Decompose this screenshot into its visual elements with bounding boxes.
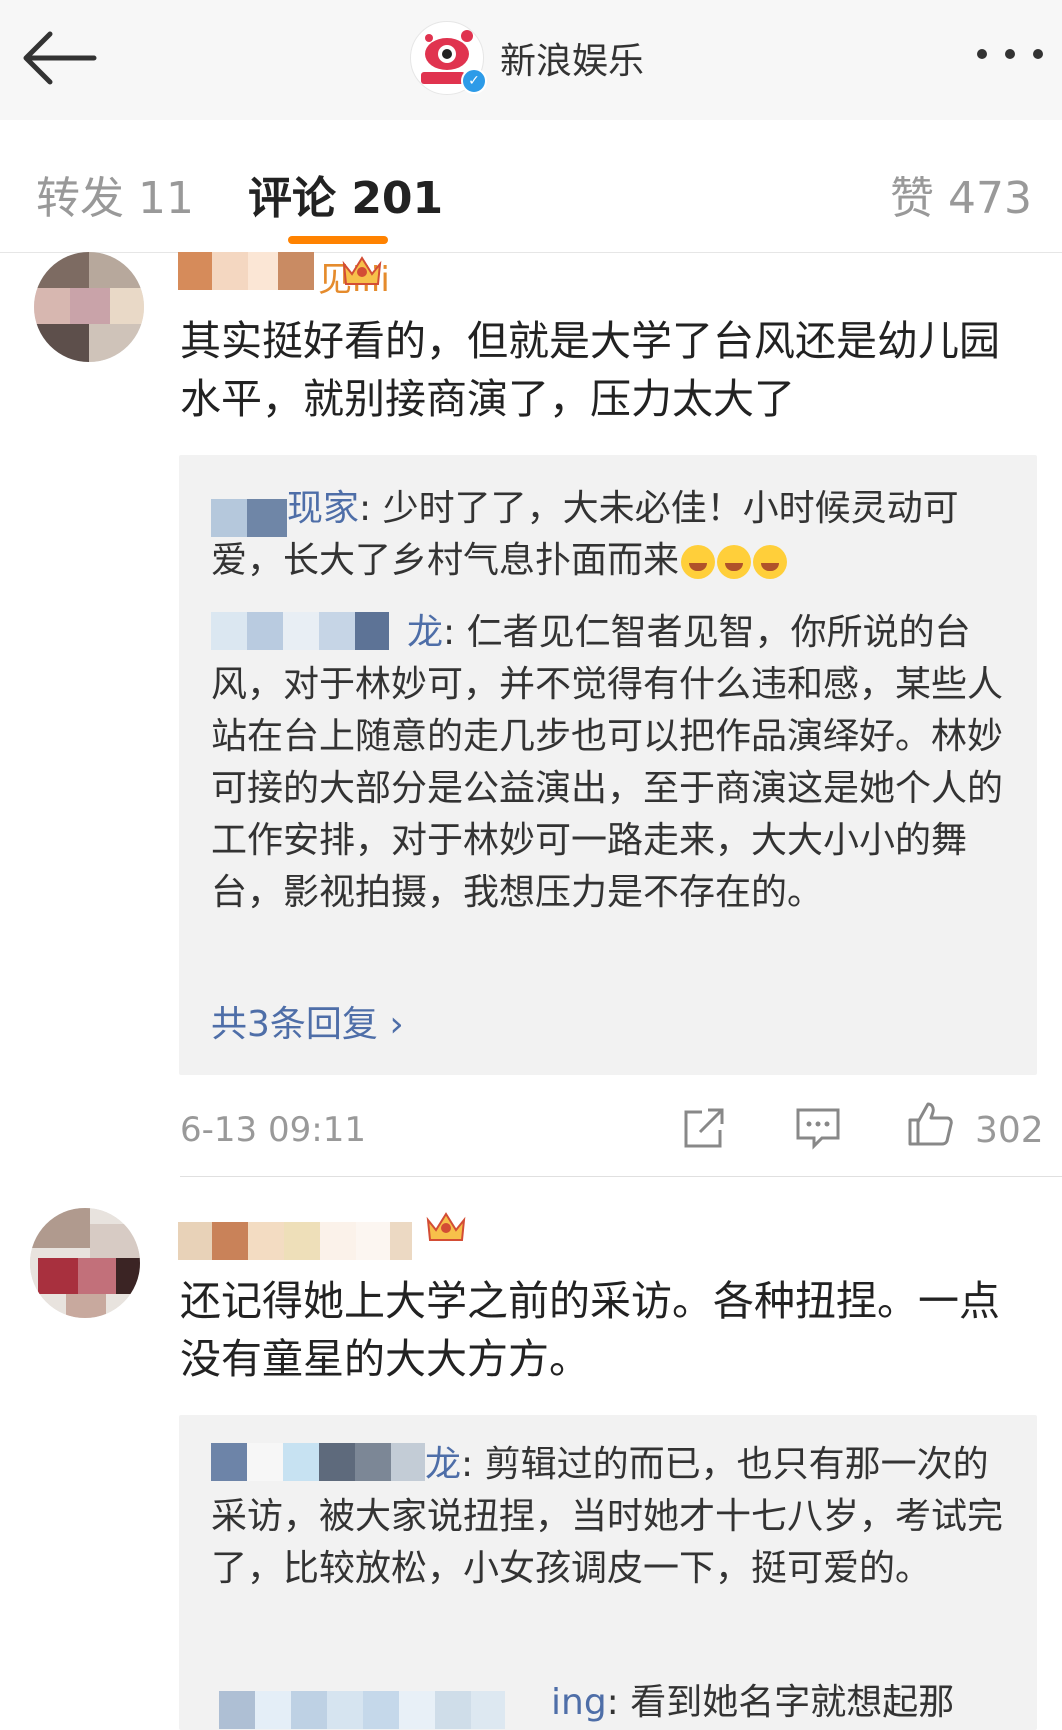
comment-divider: [180, 1176, 1062, 1177]
share-icon[interactable]: [680, 1104, 728, 1152]
tab-repost[interactable]: 转发 11: [36, 162, 194, 226]
reply-box[interactable]: 现家: 少时了了，大未必佳！小时候灵动可爱，长大了乡村气息扑面而来 龙: 仁者见…: [179, 455, 1037, 1075]
verified-badge-icon: ✓: [461, 68, 487, 94]
reply-item[interactable]: 现家: 少时了了，大未必佳！小时候灵动可爱，长大了乡村气息扑面而来: [211, 483, 1011, 587]
comment-text: 还记得她上大学之前的采访。各种扭捏。一点没有童星的大大方方。: [180, 1277, 1000, 1383]
tab-bar: 转发 11 评论 201 赞 473: [0, 120, 1062, 253]
tab-comments[interactable]: 评论 201: [248, 162, 443, 226]
reply-item[interactable]: ing: 看到她名字就想起那: [211, 1677, 1011, 1729]
commenter-avatar[interactable]: [30, 1208, 140, 1318]
reply-item[interactable]: 龙: 仁者见仁智者见智，你所说的台风，对于林妙可，并不觉得有什么违和感，某些人站…: [211, 607, 1011, 919]
commenter-avatar[interactable]: [34, 252, 144, 362]
commenter-name-blurred[interactable]: [178, 1222, 412, 1260]
comment-timestamp: 6-13 09:11: [180, 1110, 366, 1150]
comment-text: 其实挺好看的，但就是大学了台风还是幼儿园水平，就别接商演了，压力太大了: [180, 317, 1000, 423]
back-arrow-icon[interactable]: [20, 26, 100, 90]
active-tab-indicator: [288, 236, 388, 244]
laugh-cry-emoji-icon: [753, 545, 788, 579]
top-bar: ✓ 新浪娱乐: [0, 0, 1062, 121]
laugh-cry-emoji-icon: [681, 545, 716, 579]
like-thumb-icon[interactable]: [906, 1100, 954, 1148]
reply-item[interactable]: 龙: 剪辑过的而已，也只有那一次的采访，被大家说扭捏，当时她才十七八岁，考试完了…: [211, 1439, 1011, 1595]
account-header[interactable]: ✓ 新浪娱乐: [410, 18, 644, 98]
tab-likes[interactable]: 赞 473: [890, 162, 1032, 226]
vip-crown-icon: [342, 256, 382, 285]
comment-icon[interactable]: [794, 1104, 842, 1152]
account-name: 新浪娱乐: [500, 41, 645, 82]
commenter-name-blurred[interactable]: [178, 252, 314, 290]
more-dots-icon[interactable]: [974, 44, 1046, 64]
laugh-cry-emoji-icon: [717, 545, 752, 579]
reply-box[interactable]: 龙: 剪辑过的而已，也只有那一次的采访，被大家说扭捏，当时她才十七八岁，考试完了…: [179, 1415, 1037, 1730]
view-all-replies-link[interactable]: 共3条回复 ›: [211, 995, 404, 1047]
account-avatar[interactable]: ✓: [410, 21, 487, 95]
like-count: 302: [975, 1110, 1044, 1151]
vip-crown-icon: [426, 1212, 466, 1241]
